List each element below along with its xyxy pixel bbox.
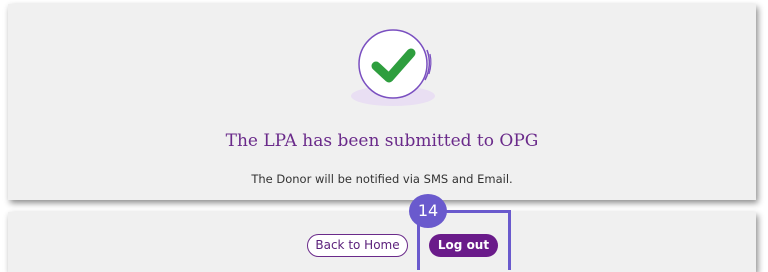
step-number-badge: 14	[409, 194, 447, 228]
confirmation-card: The LPA has been submitted to OPG The Do…	[8, 4, 756, 200]
actions-card: Back to Home Log out	[8, 212, 756, 272]
confirmation-title: The LPA has been submitted to OPG	[225, 131, 539, 151]
check-circle-icon	[345, 20, 441, 110]
confirmation-message: The Donor will be notified via SMS and E…	[251, 172, 513, 186]
back-to-home-button[interactable]: Back to Home	[307, 234, 408, 257]
